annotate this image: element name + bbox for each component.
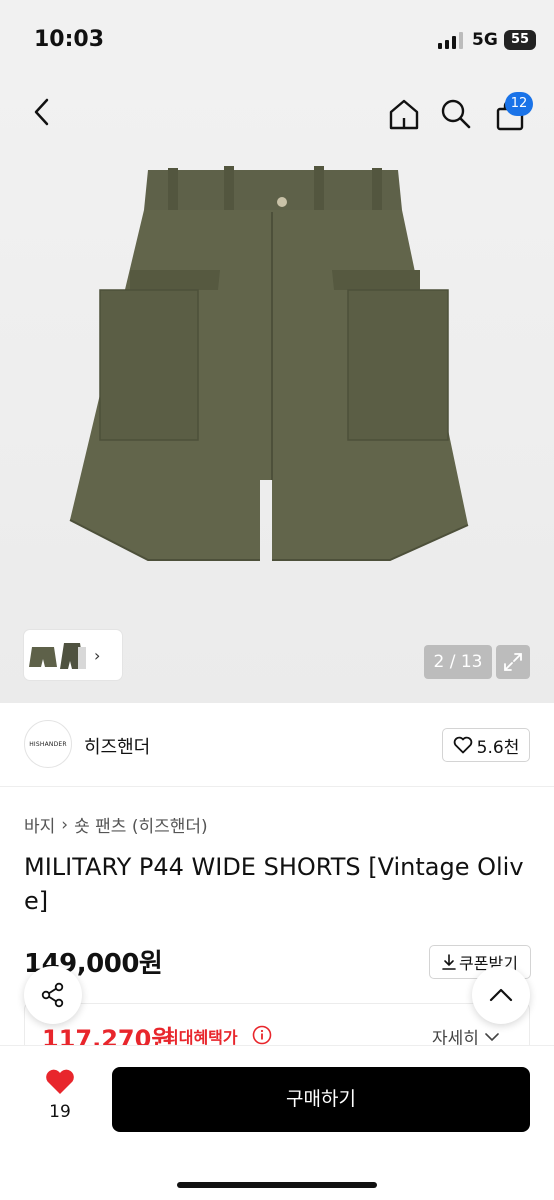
wish-count: 19 bbox=[49, 1102, 71, 1122]
chevron-left-icon bbox=[34, 98, 49, 126]
home-button[interactable] bbox=[384, 94, 424, 134]
brand-like-button[interactable]: 5.6천 bbox=[442, 728, 530, 762]
breadcrumb-category[interactable]: 바지 bbox=[24, 812, 55, 837]
thumbnail-image[interactable] bbox=[58, 635, 88, 675]
chevron-right-icon[interactable]: › bbox=[94, 646, 100, 665]
brand-like-count: 5.6천 bbox=[476, 737, 520, 758]
signal-icon bbox=[438, 32, 463, 49]
buy-button[interactable]: 구매하기 bbox=[112, 1067, 530, 1132]
brand-logo[interactable]: HISHANDER bbox=[24, 720, 72, 768]
search-button[interactable] bbox=[436, 94, 476, 134]
sale-price-label: 최대혜택가 bbox=[164, 1028, 238, 1047]
chevron-down-icon bbox=[485, 1032, 499, 1041]
product-title: MILITARY P44 WIDE SHORTS [Vintage Olive] bbox=[24, 853, 524, 915]
back-button[interactable] bbox=[22, 92, 62, 132]
image-counter: 2 / 13 bbox=[424, 645, 492, 679]
thumbnail-image[interactable] bbox=[28, 635, 58, 675]
status-bar: 10:03 5G 55 bbox=[0, 0, 554, 80]
breadcrumb-subcategory[interactable]: 숏 팬츠 (히즈핸더) bbox=[74, 812, 208, 837]
info-icon[interactable] bbox=[252, 1025, 272, 1045]
heart-filled-icon bbox=[46, 1069, 74, 1094]
chevron-up-icon bbox=[489, 988, 513, 1002]
battery-icon: 55 bbox=[504, 30, 536, 50]
brand-logo-text: HISHANDER bbox=[29, 740, 67, 748]
network-label: 5G bbox=[472, 30, 498, 50]
heart-outline-icon bbox=[453, 736, 472, 754]
breadcrumb: 바지 › 숏 팬츠 (히즈핸더) bbox=[24, 812, 208, 838]
chevron-right-icon: › bbox=[61, 814, 69, 835]
home-icon bbox=[389, 99, 419, 130]
expand-button[interactable] bbox=[496, 645, 530, 679]
home-indicator bbox=[177, 1182, 377, 1188]
search-icon bbox=[441, 99, 471, 129]
wish-button[interactable]: 19 bbox=[34, 1068, 86, 1122]
expand-icon bbox=[504, 653, 522, 671]
scroll-top-button[interactable] bbox=[472, 966, 530, 1024]
divider bbox=[0, 786, 554, 787]
status-time: 10:03 bbox=[34, 27, 105, 52]
bag-count-badge: 12 bbox=[505, 92, 533, 116]
share-icon bbox=[41, 982, 64, 1008]
brand-name[interactable]: 히즈핸더 bbox=[84, 733, 150, 759]
download-icon bbox=[442, 954, 456, 970]
share-button[interactable] bbox=[24, 966, 82, 1024]
thumbnail-strip[interactable]: › bbox=[24, 630, 122, 680]
product-image[interactable] bbox=[60, 160, 480, 580]
